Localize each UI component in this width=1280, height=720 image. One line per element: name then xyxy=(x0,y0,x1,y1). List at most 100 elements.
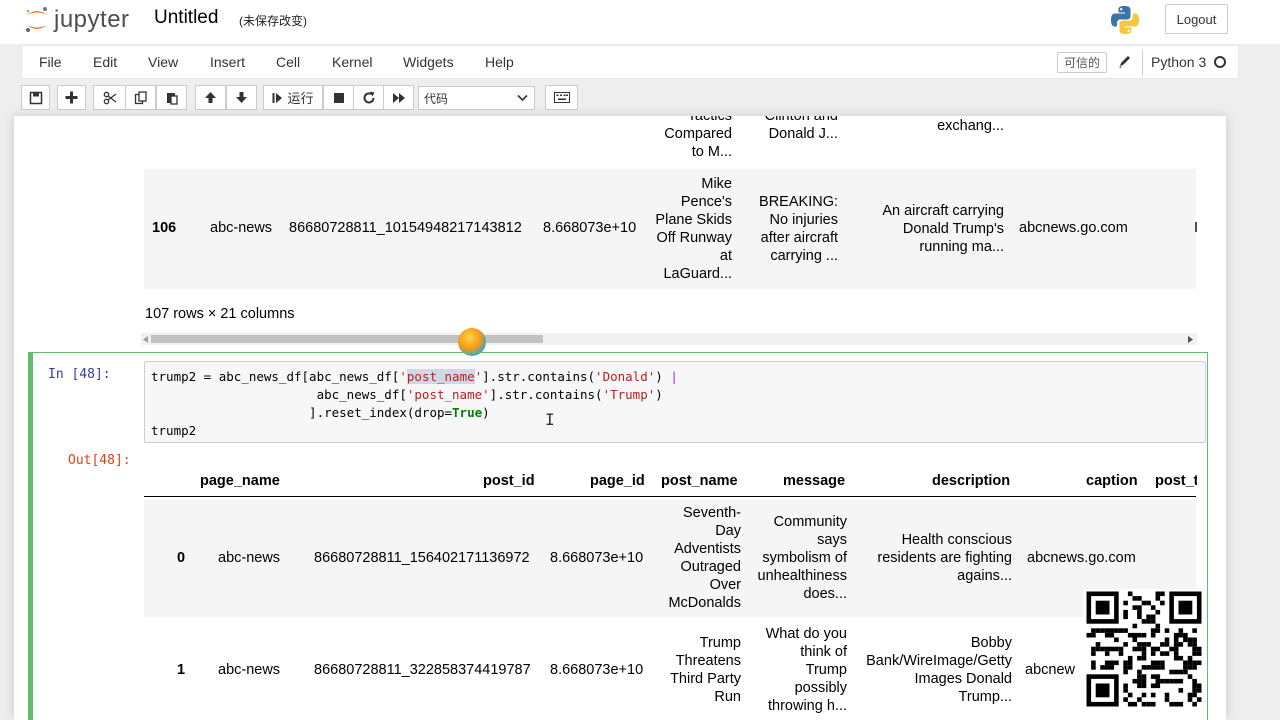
trusted-badge[interactable]: 可信的 xyxy=(1057,52,1108,73)
toolbar: 运行 代码 xyxy=(0,80,1280,116)
menu-widgets[interactable]: Widgets xyxy=(403,54,454,70)
restart-run-all-button[interactable] xyxy=(383,85,414,110)
cell-caption: abcnews.go.com xyxy=(1019,220,1128,236)
header-divider xyxy=(144,496,1196,497)
save-status: (未保存改变) xyxy=(239,14,307,28)
cell-page-id: 8.668073e+10 xyxy=(543,220,637,236)
cell-description: Health conscious residents are fighting … xyxy=(856,531,1012,585)
cell-line: What do you xyxy=(765,626,847,642)
paste-button[interactable] xyxy=(156,85,187,110)
notebook-title[interactable]: Untitled xyxy=(154,7,218,29)
cell-type-select[interactable]: 代码 xyxy=(418,86,535,110)
menu-file[interactable]: File xyxy=(39,54,62,70)
command-palette-button[interactable] xyxy=(545,85,578,110)
cell-message: Community says symbolism of unhealthines… xyxy=(747,513,848,603)
cell-line: Compared xyxy=(664,126,732,142)
cell-type-value: 代码 xyxy=(424,91,449,106)
row105-description: exchang... xyxy=(864,117,1004,135)
cell-line: Mike xyxy=(701,176,732,192)
chevron-down-icon xyxy=(517,94,528,102)
fast-forward-icon xyxy=(392,92,405,103)
col-header-page-name: page_name xyxy=(200,473,280,489)
cell-page-name: abc-news xyxy=(218,550,281,566)
cell-post-id: 86680728811_322858374419787 xyxy=(314,662,531,678)
cell-line: Clinton and xyxy=(764,116,838,124)
code-text: trump2 = abc_news_df[abc_news_df['post_n… xyxy=(151,368,678,440)
code-line-4: trump2 xyxy=(151,423,197,438)
arrow-up-icon xyxy=(205,92,216,103)
col-header-page-id: page_id xyxy=(590,473,645,489)
logo-text: jupyter xyxy=(54,6,130,33)
cell-page-id: 8.668073e+10 xyxy=(550,550,644,566)
menu-view[interactable]: View xyxy=(148,54,178,70)
cell-line: throwing h... xyxy=(768,698,847,714)
col-header-post-type: post_t xyxy=(1155,473,1197,489)
move-up-button[interactable] xyxy=(195,85,226,110)
cell-line: at xyxy=(719,248,732,264)
cell-line: Tactics xyxy=(687,116,732,124)
logout-button[interactable]: Logout xyxy=(1165,4,1228,34)
save-button[interactable] xyxy=(21,85,50,110)
cell-line: to M... xyxy=(691,144,732,160)
cell-description: An aircraft carrying Donald Trump's runn… xyxy=(864,202,1004,256)
cell-line: exchang... xyxy=(937,118,1004,134)
row-index: 106 xyxy=(152,220,177,236)
interrupt-button[interactable] xyxy=(323,85,354,110)
jupyter-logo[interactable]: jupyter xyxy=(24,5,130,35)
cell-line: An aircraft carrying xyxy=(882,203,1004,219)
cell-line: Community xyxy=(773,514,847,530)
cell-line: Outraged xyxy=(680,559,741,575)
code-editor[interactable]: trump2 = abc_news_df[abc_news_df['post_n… xyxy=(144,361,1206,443)
menu-edit[interactable]: Edit xyxy=(93,54,117,70)
cell-line: Bobby xyxy=(970,635,1012,651)
code-line-3: ].reset_index(drop=True) xyxy=(151,405,490,420)
cell-post-id: 86680728811_156402171136972 xyxy=(314,550,530,566)
pencil-icon[interactable] xyxy=(1118,54,1132,70)
cell-line: unhealthiness xyxy=(757,568,848,584)
cell-post-id: 86680728811_10154948217143812 xyxy=(289,220,522,236)
cell-caption: abcnews.go.com xyxy=(1027,550,1136,566)
row-index: 0 xyxy=(177,550,186,566)
cell-line: Images Donald xyxy=(914,671,1012,687)
menu-help[interactable]: Help xyxy=(485,54,514,70)
cell-line: agains... xyxy=(957,568,1012,584)
cell-post-name: Mike Pence's Plane Skids Off Runway at L… xyxy=(634,175,732,283)
scroll-left-icon[interactable] xyxy=(143,336,149,343)
kernel-separator xyxy=(1142,50,1143,76)
cell-caption: abcnew xyxy=(1025,662,1075,678)
cell-line: LaGuard... xyxy=(663,266,732,282)
step-forward-icon xyxy=(272,92,283,103)
cell-page-name: abc-news xyxy=(218,662,281,678)
in-prompt: In [48]: xyxy=(48,367,111,382)
cell-page-name: abc-news xyxy=(210,220,273,236)
code-line-1: trump2 = abc_news_df[abc_news_df['post_n… xyxy=(151,369,678,384)
cell-page-id: 8.668073e+10 xyxy=(550,662,644,678)
move-down-button[interactable] xyxy=(226,85,257,110)
col-header-message: message xyxy=(783,473,846,489)
menu-insert[interactable]: Insert xyxy=(210,54,245,70)
out-prompt: Out[48]: xyxy=(68,453,131,468)
cell-line: Donald J... xyxy=(768,126,838,142)
insert-cell-button[interactable] xyxy=(57,85,86,110)
menubar: File Edit View Insert Cell Kernel Widget… xyxy=(21,45,1239,79)
keyboard-icon xyxy=(553,92,570,103)
notebook-area[interactable]: Tactics Compared to M... Clinton and Don… xyxy=(14,116,1226,720)
copy-button[interactable] xyxy=(125,85,156,110)
cell-post-name: Trump Threatens Third Party Run xyxy=(644,634,741,706)
cell-line: Trump... xyxy=(958,689,1012,705)
scroll-right-icon[interactable] xyxy=(1187,336,1193,343)
restart-button[interactable] xyxy=(353,85,384,110)
horizontal-scrollbar[interactable] xyxy=(141,333,1197,345)
cell-post-name: Seventh- Day Adventists Outraged Over Mc… xyxy=(644,504,741,612)
kernel-name[interactable]: Python 3 xyxy=(1151,54,1206,70)
cell-line: does... xyxy=(803,586,847,602)
copy-icon xyxy=(134,90,147,104)
col-header-post-name: post_name xyxy=(661,473,738,489)
cell-line: residents are fighting xyxy=(877,550,1012,566)
menu-kernel[interactable]: Kernel xyxy=(332,54,372,70)
cut-button[interactable] xyxy=(93,85,126,110)
cell-description: Bobby Bank/WireImage/Getty Images Donald… xyxy=(856,634,1012,706)
run-button[interactable]: 运行 xyxy=(263,85,323,110)
scissors-icon xyxy=(103,91,116,104)
menu-cell[interactable]: Cell xyxy=(276,54,300,70)
